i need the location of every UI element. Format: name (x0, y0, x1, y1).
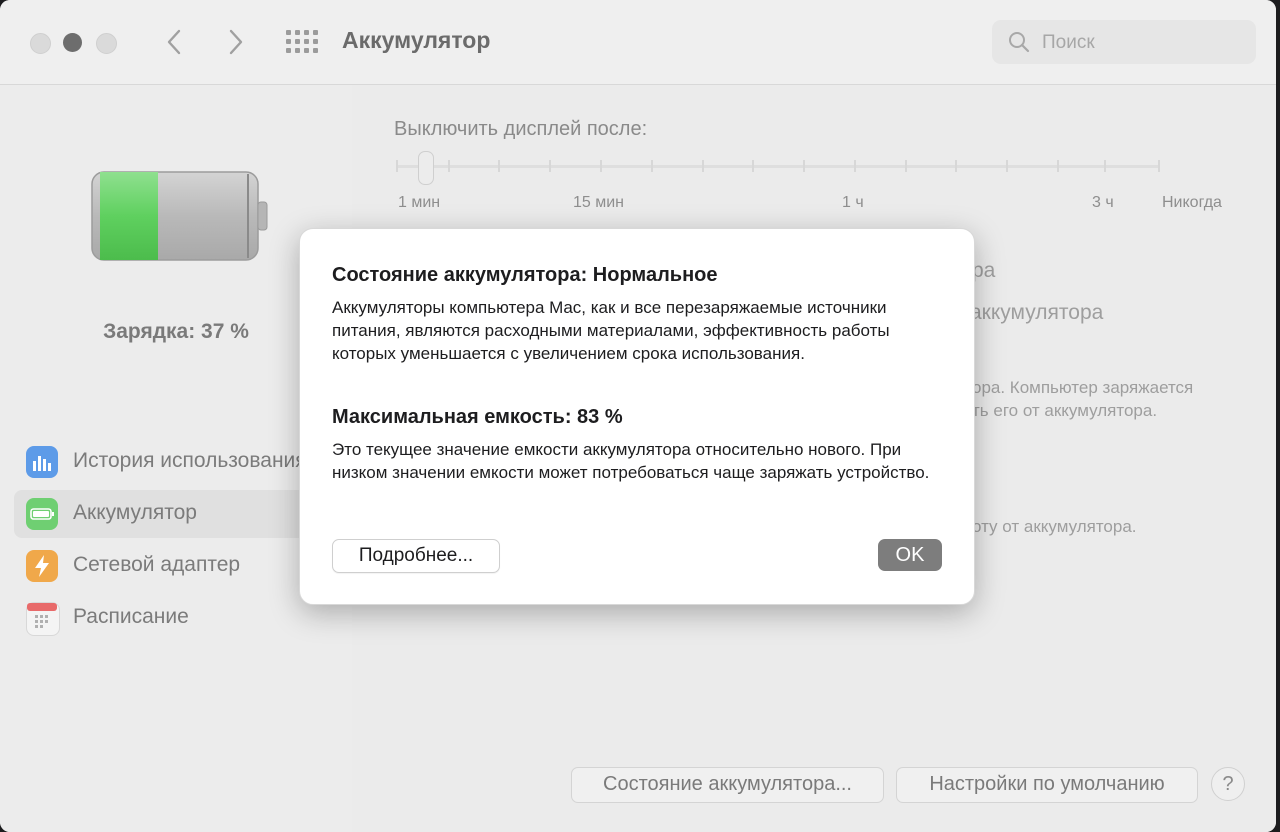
zoom-window-button[interactable] (96, 33, 117, 54)
battery-health-dialog: Состояние аккумулятора: Нормальное Аккум… (299, 228, 975, 605)
back-button[interactable] (160, 26, 190, 58)
obscured-option-text: аккумулятора (970, 301, 1104, 324)
display-off-label: Выключить дисплей после: (394, 118, 648, 140)
help-button[interactable]: ? (1211, 767, 1245, 801)
ok-button[interactable]: OK (878, 539, 942, 571)
title-bar: Аккумулятор Поиск (0, 0, 1276, 85)
battery-condition-heading: Состояние аккумулятора: Нормальное (332, 264, 718, 286)
show-all-grid-icon[interactable] (286, 30, 318, 54)
more-info-button[interactable]: Подробнее... (332, 539, 500, 573)
system-preferences-window: Аккумулятор Поиск Зарядка: 37 % История … (0, 0, 1276, 832)
obscured-option-text: ра (972, 259, 996, 282)
search-icon (1009, 32, 1030, 53)
sidebar-item-label: Расписание (73, 605, 189, 628)
tick-label: 1 ч (842, 194, 864, 211)
obscured-description-text: оту от аккумулятора. (972, 517, 1137, 536)
forward-button[interactable] (220, 26, 250, 58)
max-capacity-text: Это текущее значение емкости аккумулятор… (332, 440, 930, 482)
tick-label: 1 мин (398, 194, 441, 211)
tick-label: Никогда (1162, 194, 1222, 211)
obscured-description-text: ора. Компьютер заряжается (972, 378, 1194, 397)
display-off-slider[interactable] (396, 165, 1160, 168)
battery-level-icon (91, 171, 268, 261)
minimize-window-button[interactable] (63, 33, 82, 52)
obscured-description-text: ть его от аккумулятора. (972, 401, 1158, 420)
sidebar-item-label: История использования (73, 449, 307, 472)
search-field[interactable]: Поиск (992, 20, 1256, 64)
close-window-button[interactable] (30, 33, 51, 54)
lightning-icon (26, 550, 58, 582)
chevron-left-icon (167, 29, 181, 55)
battery-condition-text: Аккумуляторы компьютера Mac, как и все п… (332, 298, 890, 363)
restore-defaults-button[interactable]: Настройки по умолчанию (896, 767, 1198, 803)
max-capacity-heading: Максимальная емкость: 83 % (332, 406, 623, 428)
display-off-slider-knob[interactable] (418, 151, 434, 185)
tick-label: 15 мин (573, 194, 625, 211)
chevron-right-icon (229, 29, 243, 55)
sidebar-item-label: Аккумулятор (73, 501, 197, 524)
calendar-icon (26, 602, 60, 636)
battery-health-button[interactable]: Состояние аккумулятора... (571, 767, 884, 803)
tick-label: 3 ч (1092, 194, 1114, 211)
search-placeholder: Поиск (1042, 32, 1095, 53)
sidebar-item-label: Сетевой адаптер (73, 553, 241, 576)
chart-icon (26, 446, 58, 478)
window-title: Аккумулятор (342, 27, 491, 53)
battery-icon (26, 498, 58, 530)
